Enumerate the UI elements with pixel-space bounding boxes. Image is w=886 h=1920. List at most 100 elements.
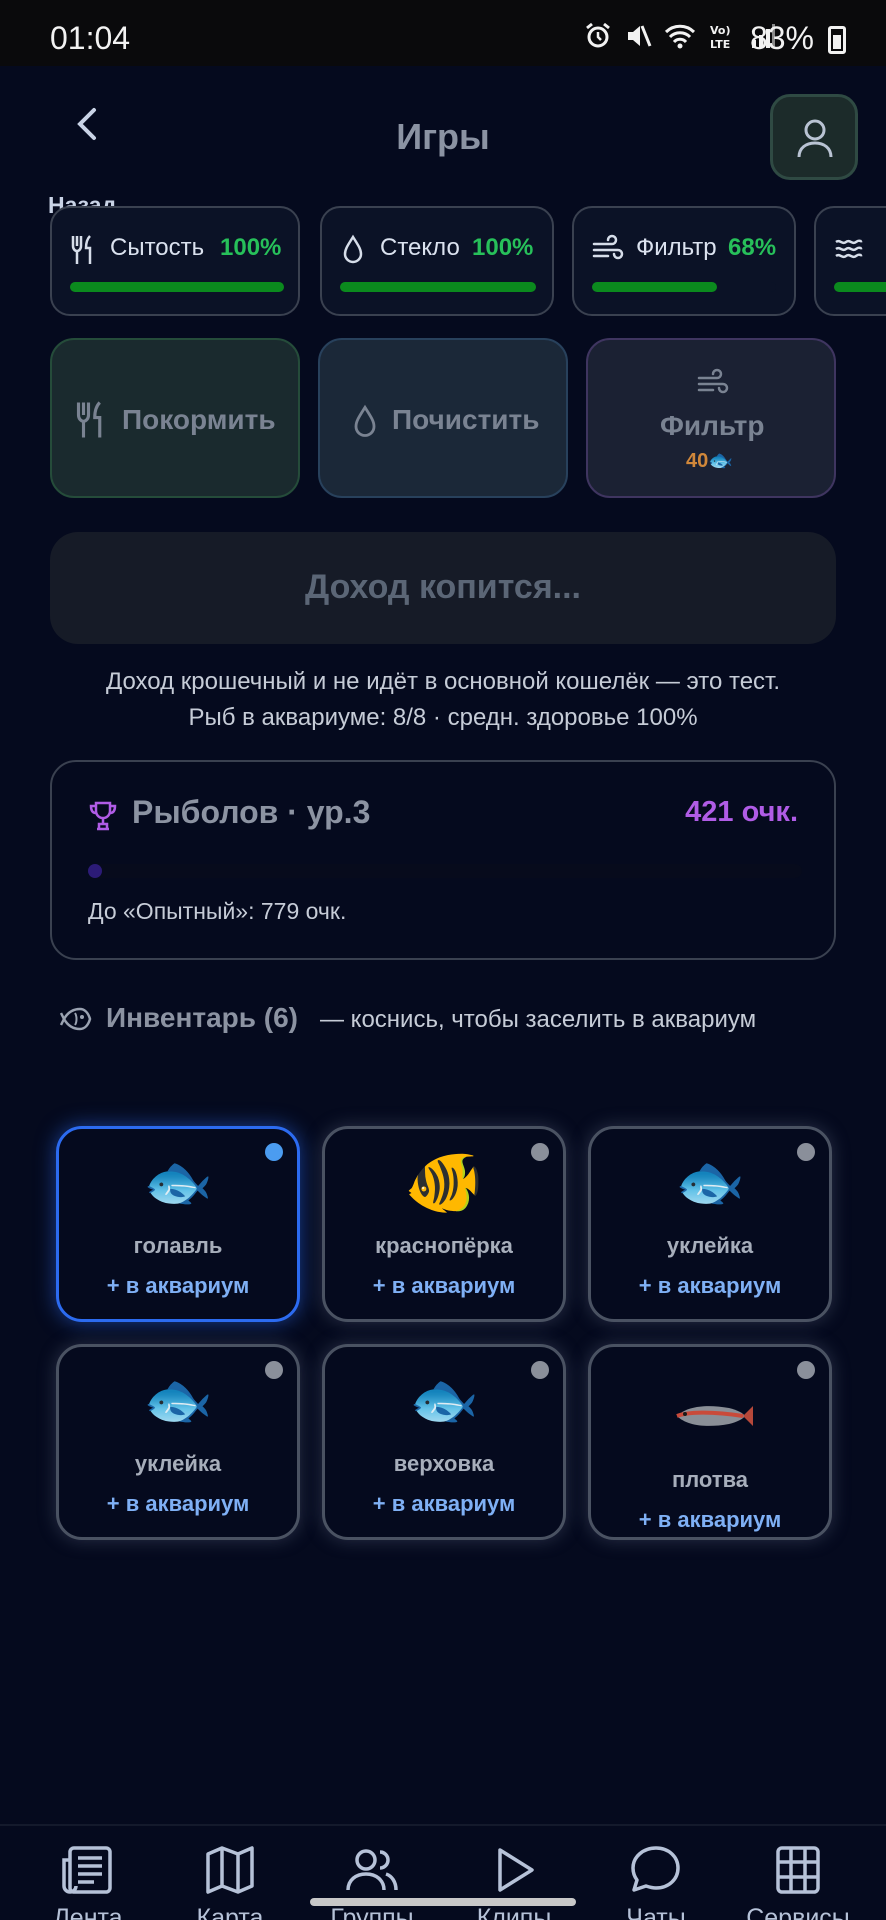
wind-icon [592,234,624,260]
stat-filter: Фильтр 68% [572,206,796,316]
people-icon [346,1849,398,1891]
income-label: Доход копится... [304,568,582,606]
fish-name: верховка [393,1451,495,1476]
inventory-item[interactable]: 🐟 уклейка + в аквариум [588,1126,832,1322]
drop-icon [343,234,363,264]
selection-dot [797,1361,815,1379]
stat-glass: Стекло 100% [320,206,554,316]
trophy-icon [89,801,117,831]
tab-feed[interactable]: Лента [18,1844,158,1920]
stat-satiety-value: 100% [220,234,282,261]
fish-name: краснопёрка [375,1233,513,1258]
stat-glass-name: Стекло [380,234,460,261]
tab-label: Карта [196,1904,264,1920]
roach-fish-icon [676,1406,753,1426]
drop-icon [354,404,376,437]
fish-icon: 🐠 [404,1146,484,1218]
stat-satiety-name: Сытость [110,234,205,261]
filter-cost: 40🐟 [686,450,734,472]
fork-knife-icon [76,401,102,438]
stat-partial [814,206,886,316]
fish-name: уклейка [666,1233,754,1258]
feed-button[interactable]: Покормить [50,338,300,498]
inventory-title: Инвентарь (6) [106,1002,298,1033]
volte-icon: Vo)LTE [710,24,731,50]
income-button[interactable]: Доход копится... [50,532,836,644]
tab-map[interactable]: Карта [160,1844,300,1920]
fish-icon: 🐟 [143,1368,213,1431]
status-icons: Vo) LTE [584,22,776,50]
inventory-item[interactable]: 🐟 уклейка + в аквариум [56,1344,300,1540]
stat-filter-name: Фильтр [636,234,717,261]
grid-icon [776,1846,820,1894]
play-icon [498,1848,534,1892]
add-to-aquarium-button[interactable]: + в аквариум [325,1491,563,1517]
add-to-aquarium-button[interactable]: + в аквариум [59,1491,297,1517]
tab-groups[interactable]: Группы [302,1844,442,1920]
tab-label: Сервисы [746,1904,850,1920]
fish-name: голавль [133,1233,223,1258]
inventory-item[interactable]: 🐟 голавль + в аквариум [56,1126,300,1322]
user-icon [797,119,833,158]
stat-filter-value: 68% [728,234,777,261]
inventory-item[interactable]: плотва + в аквариум [588,1344,832,1540]
fish-name: плотва [671,1467,749,1492]
filter-label: Фильтр [660,410,765,441]
level-score: 421 очк. [685,796,798,828]
alarm-icon [586,22,610,48]
fish-icon [60,1007,92,1031]
income-note: Доход крошечный и не идёт в основной кош… [105,668,781,695]
waves-icon [835,239,863,259]
add-to-aquarium-button[interactable]: + в аквариум [591,1507,829,1533]
inventory-item[interactable]: 🐠 краснопёрка + в аквариум [322,1126,566,1322]
clean-button[interactable]: Почистить [318,338,568,498]
stat-satiety: Сытость 100% [50,206,300,316]
profile-button[interactable] [770,94,858,180]
filter-button[interactable]: Фильтр 40🐟 [586,338,836,498]
tab-label: Лента [53,1904,123,1920]
stat-filter-bar [592,282,776,292]
action-buttons: Покормить Почистить Фильтр 40🐟 [50,338,836,498]
mute-icon [628,25,652,47]
fish-icon: 🐟 [675,1150,745,1213]
svg-text:Vo): Vo) [710,24,731,37]
wind-icon [697,368,729,394]
chat-bubble-icon [631,1846,680,1892]
battery-level: 83% [749,20,814,56]
home-indicator[interactable] [310,1898,576,1906]
next-level-label: До «Опытный»: 779 очк. [88,898,347,924]
tab-label: Клипы [476,1904,552,1920]
status-time: 01:04 [50,20,131,56]
fish-name: уклейка [134,1451,222,1476]
inventory-item[interactable]: 🐟 верховка + в аквариум [322,1344,566,1540]
clean-label: Почистить [392,404,540,435]
add-to-aquarium-button[interactable]: + в аквариум [59,1273,297,1299]
tab-label: Группы [330,1904,414,1920]
games-screen: Назад Игры Сытость 100% Стекло 100% Филь… [0,66,886,1920]
battery-icon [828,26,846,54]
stats-strip[interactable]: Сытость 100% Стекло 100% Фильтр 68% [50,206,886,318]
add-to-aquarium-button[interactable]: + в аквариум [591,1273,829,1299]
tab-services[interactable]: Сервисы [728,1844,868,1920]
inventory-hint: — коснись, чтобы заселить в аквариум [320,1006,757,1033]
wifi-icon [664,24,696,49]
feed-label: Покормить [122,404,276,435]
svg-text:LTE: LTE [710,38,730,50]
level-title: Рыболов · ур.3 [132,794,371,830]
stat-partial-bar [834,282,886,292]
status-bar: 01:04 Vo) LTE 83% [0,0,886,66]
tab-label: Чаты [626,1904,686,1920]
level-card: Рыболов · ур.3 421 очк. До «Опытный»: 77… [50,760,836,960]
fork-knife-icon [71,235,92,264]
level-progress-bar [88,864,802,878]
fish-icon: 🐟 [409,1368,479,1431]
tab-clips[interactable]: Клипы [444,1844,584,1920]
stat-glass-bar [340,282,536,292]
stat-glass-value: 100% [472,234,534,261]
stat-satiety-bar [70,282,284,292]
map-icon [206,1846,254,1894]
fish-icon: 🐟 [143,1150,213,1213]
tab-chats[interactable]: Чаты [586,1844,726,1920]
newspaper-icon [62,1846,112,1894]
add-to-aquarium-button[interactable]: + в аквариум [325,1273,563,1299]
